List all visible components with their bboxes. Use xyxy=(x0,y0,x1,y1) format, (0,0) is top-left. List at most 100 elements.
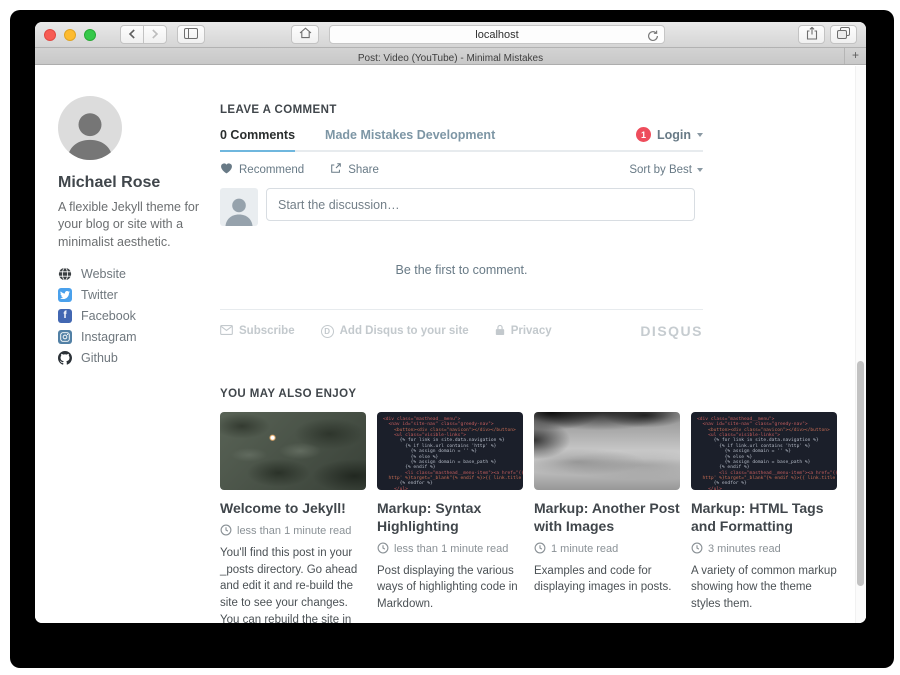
guest-avatar xyxy=(220,188,258,226)
sidebar-toggle-button[interactable] xyxy=(177,25,205,44)
related-heading: YOU MAY ALSO ENJOY xyxy=(220,388,837,400)
main-column: LEAVE A COMMENT 0 Comments Made Mistakes… xyxy=(220,104,837,623)
login-label: Login xyxy=(657,128,691,142)
post-card[interactable]: <div class="masthead__menu"> <nav id="si… xyxy=(377,412,523,623)
post-title[interactable]: Markup: HTML Tags and Formatting xyxy=(691,500,837,536)
forward-button[interactable] xyxy=(143,25,167,44)
url-text: localhost xyxy=(475,29,518,41)
link-label: Facebook xyxy=(81,309,136,323)
close-window-button[interactable] xyxy=(44,29,56,41)
login-control[interactable]: 1 Login xyxy=(636,127,703,150)
add-disqus-label: Add Disqus to your site xyxy=(340,325,469,337)
share-arrow-icon xyxy=(330,162,342,177)
browser-toolbar: localhost xyxy=(35,22,866,48)
post-title[interactable]: Markup: Syntax Highlighting xyxy=(377,500,523,536)
share-thread-button[interactable]: Share xyxy=(330,162,379,177)
chevron-down-icon xyxy=(697,168,703,172)
disqus-logo[interactable]: DISQUS xyxy=(640,323,703,339)
clock-icon xyxy=(691,542,703,557)
link-label: Website xyxy=(81,267,126,281)
scrollbar-thumb[interactable] xyxy=(857,361,864,586)
link-label: Instagram xyxy=(81,330,137,344)
post-title[interactable]: Welcome to Jekyll! xyxy=(220,500,366,518)
read-time: 3 minutes read xyxy=(691,542,837,557)
person-icon xyxy=(220,192,258,226)
author-name: Michael Rose xyxy=(58,174,210,192)
add-disqus-link[interactable]: D Add Disqus to your site xyxy=(321,325,469,338)
link-label: Twitter xyxy=(81,288,118,302)
address-bar[interactable]: localhost xyxy=(329,25,665,44)
safari-window: localhost Post: Video (YouTube) - Minima… xyxy=(35,22,866,623)
window-shadow: localhost Post: Video (YouTube) - Minima… xyxy=(10,10,894,668)
sidebar-link-twitter[interactable]: Twitter xyxy=(58,288,210,302)
recommend-button[interactable]: Recommend xyxy=(220,162,304,177)
share-label: Share xyxy=(348,164,379,176)
new-tab-button[interactable]: + xyxy=(844,48,866,64)
active-tab[interactable]: Post: Video (YouTube) - Minimal Mistakes xyxy=(358,53,543,64)
post-thumbnail[interactable]: <div class="masthead__menu"> <nav id="si… xyxy=(691,412,837,490)
notification-badge[interactable]: 1 xyxy=(636,127,651,142)
read-time: 1 minute read xyxy=(534,542,680,557)
author-avatar xyxy=(58,96,122,160)
related-cards: Welcome to Jekyll! less than 1 minute re… xyxy=(220,412,837,623)
post-excerpt: Post displaying the various ways of high… xyxy=(377,563,523,613)
github-icon xyxy=(58,351,72,365)
tabs-icon xyxy=(837,27,850,42)
fullscreen-window-button[interactable] xyxy=(84,29,96,41)
post-excerpt: Examples and code for displaying images … xyxy=(534,563,680,596)
privacy-link[interactable]: Privacy xyxy=(495,324,552,339)
tab-bar: Post: Video (YouTube) - Minimal Mistakes… xyxy=(35,48,866,65)
comments-heading: LEAVE A COMMENT xyxy=(220,104,703,116)
author-links: Website Twitter f Facebook Instagram xyxy=(58,267,210,365)
sort-selector[interactable]: Sort by Best xyxy=(629,164,703,176)
subscribe-link[interactable]: Subscribe xyxy=(220,325,295,338)
post-card[interactable]: Markup: Another Post with Images 1 minut… xyxy=(534,412,680,623)
read-time: less than 1 minute read xyxy=(220,524,366,539)
refresh-icon[interactable] xyxy=(647,29,659,47)
back-button[interactable] xyxy=(120,25,144,44)
chevron-left-icon xyxy=(128,27,136,42)
post-thumbnail[interactable] xyxy=(534,412,680,490)
disqus-comments: LEAVE A COMMENT 0 Comments Made Mistakes… xyxy=(220,104,703,339)
related-posts: YOU MAY ALSO ENJOY Welcome to Jekyll! le… xyxy=(220,388,837,623)
share-icon xyxy=(806,26,818,43)
scrollbar-track[interactable] xyxy=(855,66,866,623)
lock-icon xyxy=(495,324,505,339)
sidebar-link-instagram[interactable]: Instagram xyxy=(58,330,210,344)
disqus-action-bar: Recommend Share Sort by Best xyxy=(220,162,703,177)
post-title[interactable]: Markup: Another Post with Images xyxy=(534,500,680,536)
tab-comment-count[interactable]: 0 Comments xyxy=(220,128,295,152)
empty-state-message: Be the first to comment. xyxy=(220,263,703,277)
person-icon xyxy=(58,102,122,160)
post-card[interactable]: Welcome to Jekyll! less than 1 minute re… xyxy=(220,412,366,623)
sidebar-icon xyxy=(184,27,198,42)
nav-button-group xyxy=(120,25,167,44)
disqus-footer: Subscribe D Add Disqus to your site Priv… xyxy=(220,323,703,339)
tab-overview-button[interactable] xyxy=(830,25,857,44)
sort-label: Sort by Best xyxy=(629,164,692,176)
share-button[interactable] xyxy=(798,25,825,44)
disqus-tab-bar: 0 Comments Made Mistakes Development 1 L… xyxy=(220,127,703,152)
post-excerpt: A variety of common markup showing how t… xyxy=(691,563,837,613)
clock-icon xyxy=(534,542,546,557)
instagram-icon xyxy=(58,330,72,344)
recommend-label: Recommend xyxy=(239,164,304,176)
read-time: less than 1 minute read xyxy=(377,542,523,557)
privacy-label: Privacy xyxy=(511,325,552,337)
divider xyxy=(220,309,703,310)
sidebar-link-website[interactable]: Website xyxy=(58,267,210,281)
heart-icon xyxy=(220,162,233,177)
post-thumbnail[interactable]: <div class="masthead__menu"> <nav id="si… xyxy=(377,412,523,490)
tab-community[interactable]: Made Mistakes Development xyxy=(325,128,495,150)
clock-icon xyxy=(220,524,232,539)
author-sidebar: Michael Rose A flexible Jekyll theme for… xyxy=(58,96,210,372)
clock-icon xyxy=(377,542,389,557)
post-thumbnail[interactable] xyxy=(220,412,366,490)
disqus-d-icon: D xyxy=(321,325,334,338)
comment-input[interactable] xyxy=(266,188,695,221)
home-button[interactable] xyxy=(291,25,319,44)
minimize-window-button[interactable] xyxy=(64,29,76,41)
sidebar-link-github[interactable]: Github xyxy=(58,351,210,365)
post-card[interactable]: <div class="masthead__menu"> <nav id="si… xyxy=(691,412,837,623)
sidebar-link-facebook[interactable]: f Facebook xyxy=(58,309,210,323)
